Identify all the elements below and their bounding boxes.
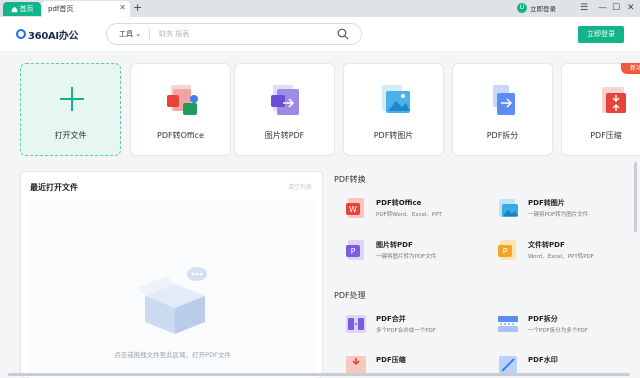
avatar: U xyxy=(517,2,527,13)
image-to-pdf-card[interactable]: 图片转PDF xyxy=(234,63,335,156)
tab-home[interactable]: 首页 xyxy=(3,2,41,16)
recent-files-panel: 最近打开文件 清空列表 点击或拖拽文件至此区域，打开PDF文件 xyxy=(20,171,323,378)
close-icon[interactable]: ✕ xyxy=(119,3,126,12)
tool-desc: 一键将PDF转为图片文件 xyxy=(528,212,589,218)
logo-mark-icon xyxy=(16,29,26,39)
image-to-pdf-icon: P xyxy=(346,240,364,260)
pdf-to-image-card[interactable]: PDF转图片 xyxy=(343,63,444,156)
file-to-pdf-icon: P xyxy=(498,240,516,260)
pdf-split-card[interactable]: PDF拆分 xyxy=(452,63,553,156)
title-bar: 首页 pdf首页 ✕ + U 立即登录 ☰ — ☐ ✕ xyxy=(0,0,640,17)
pdf-compress-card[interactable]: 新功 PDF压缩 xyxy=(561,63,640,156)
pdf-compress-icon xyxy=(602,87,626,113)
horizontal-scrollbar[interactable] xyxy=(8,373,630,376)
tool-desc: 多个PDF合并成一个PDF xyxy=(376,328,436,334)
minimize-icon[interactable]: — xyxy=(598,1,607,15)
card-label: PDF压缩 xyxy=(590,131,622,140)
titlebar-login-label: 立即登录 xyxy=(530,4,556,13)
clear-list-button[interactable]: 清空列表 xyxy=(288,182,312,191)
new-badge: 新功 xyxy=(621,63,640,74)
tools-dropdown[interactable]: 工具 ⌄ xyxy=(119,29,141,39)
tool-name: PDF合并 xyxy=(376,315,406,323)
pdf-to-office-card[interactable]: PDF转Office xyxy=(130,63,231,156)
tool-desc: Word、Excel、PPT转PDF xyxy=(528,254,594,260)
tool-desc: 一键将图片转为PDF文件 xyxy=(376,254,437,260)
titlebar-login[interactable]: U 立即登录 xyxy=(517,1,556,14)
maximize-icon[interactable]: ☐ xyxy=(612,1,620,15)
tab-home-label: 首页 xyxy=(19,5,34,13)
svg-text:P: P xyxy=(503,247,508,256)
tab-pdf-home-label: pdf首页 xyxy=(48,5,74,13)
tool-name: 文件转PDF xyxy=(528,241,565,249)
tool-pdf-merge[interactable]: PDF合并 多个PDF合并成一个PDF xyxy=(334,311,474,341)
plus-icon xyxy=(60,87,84,111)
tool-pdf-to-office[interactable]: W PDF转Office PDF转Word、Excel、PPT xyxy=(334,195,474,225)
vertical-scrollbar[interactable] xyxy=(634,162,637,232)
tool-desc: 一个PDF拆分为多个PDF xyxy=(528,328,588,334)
search-icon[interactable] xyxy=(337,28,349,40)
svg-text:W: W xyxy=(349,205,357,214)
login-button[interactable]: 立即登录 xyxy=(578,26,624,43)
feature-cards: 打开文件 PDF转Office 图片转PDF PDF转图片 PDF拆分 新功 P… xyxy=(20,63,640,156)
search-divider xyxy=(149,29,150,40)
pdf-to-office-icon xyxy=(167,85,198,115)
drop-zone-hint: 点击或拖拽文件至此区域，打开PDF文件 xyxy=(114,351,231,359)
pdf-split-icon xyxy=(498,316,518,332)
card-label: PDF转Office xyxy=(157,131,204,140)
section-title-pdf-convert: PDF转换 xyxy=(334,175,366,184)
menu-icon[interactable]: ☰ xyxy=(580,1,588,15)
card-label: PDF拆分 xyxy=(486,131,519,140)
tab-pdf-home[interactable]: pdf首页 ✕ xyxy=(42,1,130,17)
logo: 360AI办公 xyxy=(16,27,79,42)
tool-name: 图片转PDF xyxy=(376,241,413,249)
tool-name: PDF压缩 xyxy=(376,356,406,364)
section-title-pdf-process: PDF处理 xyxy=(334,291,366,300)
tools-label: 工具 xyxy=(119,30,133,38)
pdf-merge-icon xyxy=(346,315,366,333)
open-file-card[interactable]: 打开文件 xyxy=(20,63,121,156)
pdf-to-image-icon xyxy=(382,85,410,113)
chevron-down-icon: ⌄ xyxy=(135,30,142,38)
add-tab-icon[interactable]: + xyxy=(133,1,142,15)
drop-zone[interactable]: 点击或拖拽文件至此区域，打开PDF文件 xyxy=(29,200,316,378)
pdf-split-icon xyxy=(493,85,515,115)
search-input[interactable]: 财务 报表 xyxy=(159,29,189,39)
tool-desc: PDF转Word、Excel、PPT xyxy=(376,212,442,218)
logo-text: 360AI办公 xyxy=(28,30,79,42)
tool-image-to-pdf[interactable]: P 图片转PDF 一键将图片转为PDF文件 xyxy=(334,237,474,267)
recent-title: 最近打开文件 xyxy=(30,183,78,192)
search-bar[interactable]: 工具 ⌄ 财务 报表 xyxy=(106,23,362,45)
tool-name: PDF拆分 xyxy=(528,315,558,323)
tool-name: PDF水印 xyxy=(528,356,558,364)
tool-name: PDF转Office xyxy=(376,199,422,207)
image-to-pdf-icon xyxy=(271,85,299,115)
pdf-to-image-icon xyxy=(499,199,518,217)
card-label: PDF转图片 xyxy=(373,131,414,140)
tool-pdf-to-image[interactable]: PDF转图片 一键将PDF转为图片文件 xyxy=(486,195,626,225)
window-close-icon[interactable]: ✕ xyxy=(627,1,635,15)
tool-pdf-split[interactable]: PDF拆分 一个PDF拆分为多个PDF xyxy=(486,311,626,341)
header: 360AI办公 工具 ⌄ 财务 报表 立即登录 xyxy=(0,17,640,52)
home-icon xyxy=(11,6,17,12)
pdf-to-word-icon: W xyxy=(346,198,364,218)
svg-text:P: P xyxy=(351,247,356,256)
empty-box-icon xyxy=(137,267,207,334)
tool-file-to-pdf[interactable]: P 文件转PDF Word、Excel、PPT转PDF xyxy=(486,237,626,267)
card-label: 打开文件 xyxy=(54,131,87,140)
tool-name: PDF转图片 xyxy=(528,199,565,207)
card-label: 图片转PDF xyxy=(264,131,305,140)
